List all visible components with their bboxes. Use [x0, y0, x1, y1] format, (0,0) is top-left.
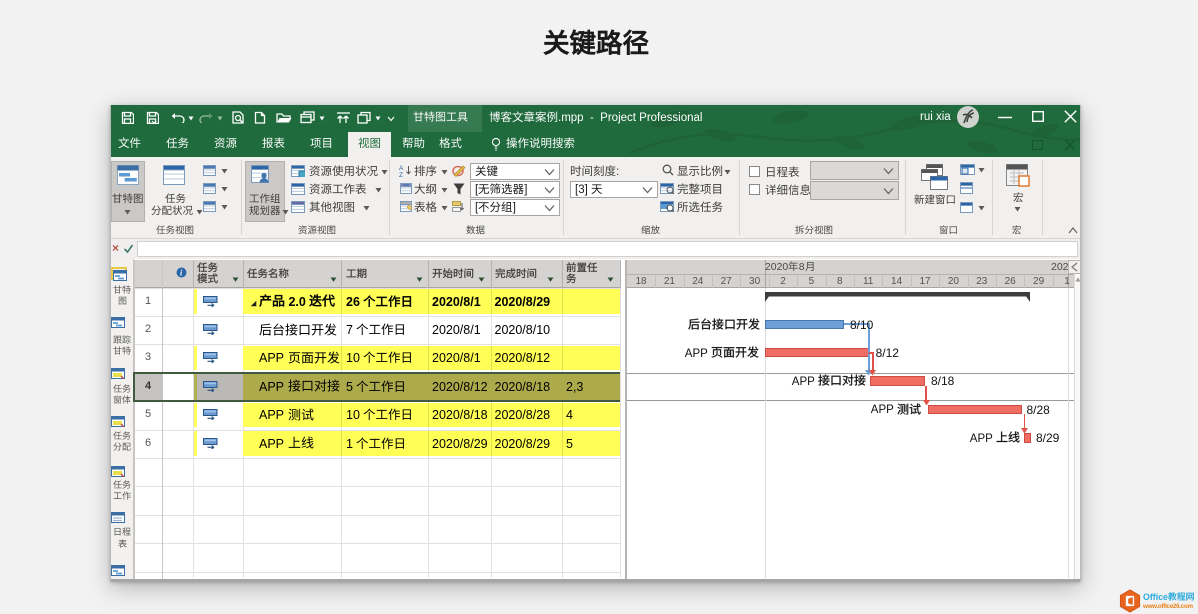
svg-text:Z: Z: [399, 172, 403, 177]
svg-text:A: A: [399, 165, 404, 172]
